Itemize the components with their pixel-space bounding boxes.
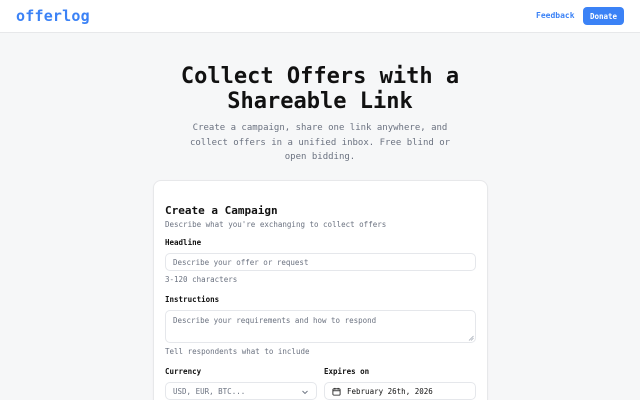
instructions-label: Instructions xyxy=(165,295,220,304)
expires-label: Expires on xyxy=(324,367,370,376)
instructions-hint: Tell respondents what to include xyxy=(165,347,310,356)
headline-label: Headline xyxy=(165,238,202,247)
feedback-link[interactable]: Feedback xyxy=(536,11,575,20)
instructions-textarea[interactable] xyxy=(165,310,476,343)
card-description: Describe what you're exchanging to colle… xyxy=(165,220,387,229)
hero-subtitle: Create a campaign, share one link anywhe… xyxy=(189,123,451,162)
instructions-textarea-wrap xyxy=(165,310,476,343)
expires-date-value: February 26th, 2026 xyxy=(347,386,433,396)
app-logo[interactable]: offerlog xyxy=(16,7,90,25)
headline-hint: 3-120 characters xyxy=(165,275,238,284)
donate-button[interactable]: Donate xyxy=(583,7,624,25)
chevron-down-icon xyxy=(302,390,308,395)
currency-label: Currency xyxy=(165,367,202,376)
top-navbar: offerlog Feedback Donate xyxy=(0,0,640,33)
expires-date-picker[interactable]: February 26th, 2026 xyxy=(324,382,476,400)
calendar-icon xyxy=(332,387,341,396)
card-title: Create a Campaign xyxy=(165,204,278,217)
headline-input[interactable] xyxy=(165,253,476,271)
hero-title: Collect Offers with a Shareable Link xyxy=(180,64,460,114)
resize-grip-icon[interactable] xyxy=(468,335,474,341)
currency-select[interactable]: USD, EUR, BTC... xyxy=(165,382,317,400)
create-campaign-card: Create a Campaign Describe what you're e… xyxy=(153,180,488,400)
currency-placeholder: USD, EUR, BTC... xyxy=(173,386,246,396)
